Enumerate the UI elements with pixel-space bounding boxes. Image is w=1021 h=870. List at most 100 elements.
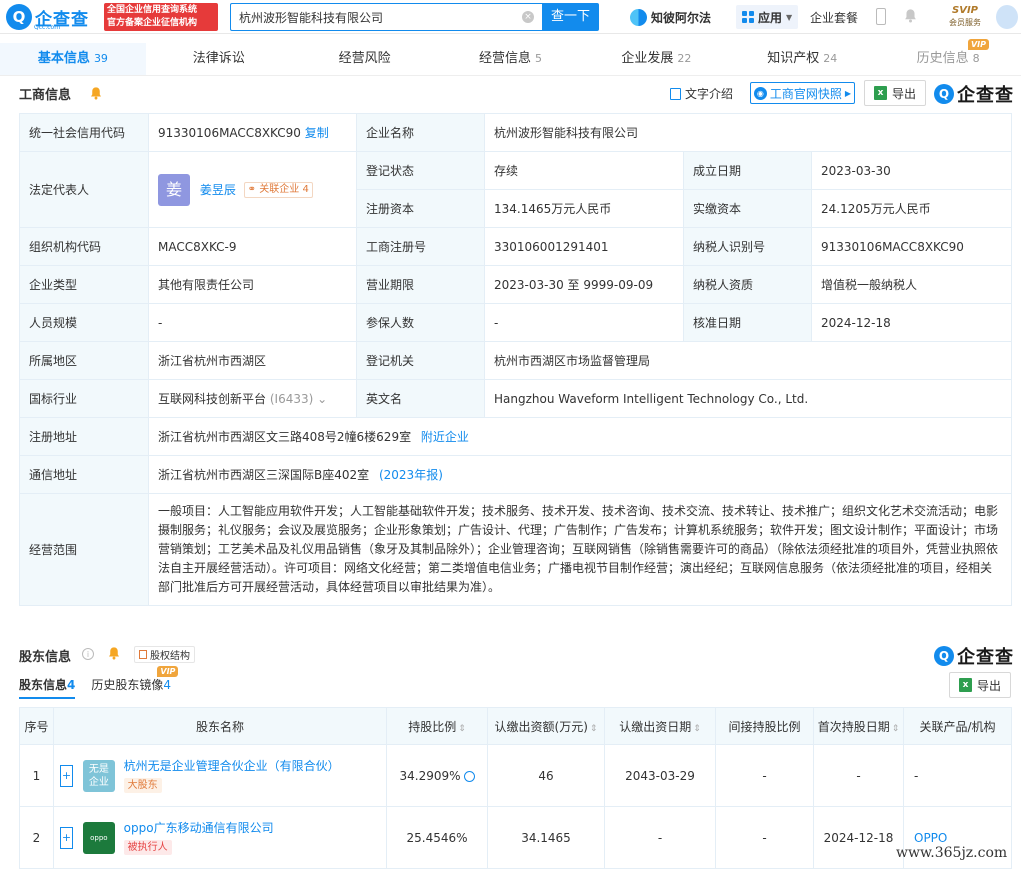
shareholder-sub-tabs: 股东信息4 历史股东镜像4 VIP — [19, 666, 179, 699]
approve-date-value: 2024-12-18 — [810, 303, 1013, 342]
industry-cell[interactable]: 互联网科技创新平台 (I6433) ⌄ — [148, 379, 357, 418]
tab-operation[interactable]: 经营信息 5 — [438, 43, 584, 75]
equity-icon — [139, 650, 147, 659]
col-first-date[interactable]: 首次持股日期 ⇕ — [813, 707, 904, 745]
tab-count: 8 — [972, 52, 980, 65]
label-insured: 参保人数 — [356, 303, 485, 342]
tab-history-shareholders[interactable]: 历史股东镜像4 VIP — [91, 666, 179, 699]
notification-bell-icon[interactable] — [903, 8, 918, 23]
tab-ip[interactable]: 知识产权 24 — [729, 43, 875, 75]
capital-value: 34.1465 — [487, 806, 605, 869]
product-link[interactable]: OPPO — [914, 831, 947, 845]
excel-icon: x — [958, 678, 972, 692]
tab-development[interactable]: 企业发展 22 — [583, 43, 729, 75]
copy-button[interactable]: 复制 — [305, 126, 329, 140]
label-paid-capital: 实缴资本 — [683, 189, 812, 228]
text-intro-button[interactable]: 文字介绍 — [670, 85, 733, 102]
svip-button[interactable]: SVIP 会员服务 — [942, 5, 988, 29]
tab-risk[interactable]: 经营风险 — [292, 43, 438, 75]
label-reg-no: 工商注册号 — [356, 227, 485, 266]
brand-text: 企查查 — [957, 85, 1014, 106]
reg-status-value: 存续 — [484, 151, 684, 190]
label-reg-status: 登记状态 — [356, 151, 485, 190]
info-icon[interactable]: i — [82, 648, 94, 660]
label-authority: 登记机关 — [356, 341, 485, 380]
slogan-line2: 官方备案企业征信机构 — [107, 18, 198, 28]
tab-label: 经营信息 — [479, 51, 532, 66]
shareholder-name-link[interactable]: 杭州无是企业管理合伙企业（有限合伙） — [124, 758, 340, 774]
tab-basic-info[interactable]: 基本信息 39 — [0, 43, 146, 75]
shareholder-export-button[interactable]: x 导出 — [949, 672, 1011, 698]
name-wrap: 杭州无是企业管理合伙企业（有限合伙） 大股东 — [123, 758, 340, 793]
label-term: 营业期限 — [356, 265, 485, 304]
col-ratio[interactable]: 持股比例 ⇕ — [386, 707, 488, 745]
snapshot-icon: ◉ — [753, 86, 767, 100]
label-region: 所属地区 — [19, 341, 149, 380]
qcc-brand-icon: Q — [934, 84, 954, 104]
shareholder-bell-icon[interactable] — [107, 646, 121, 660]
official-snapshot-button[interactable]: ◉ 工商官网快照 ▶ — [750, 82, 855, 104]
industry-code: (I6433) — [269, 392, 314, 406]
vip-badge: VIP — [157, 666, 179, 677]
tab-count: 24 — [823, 52, 838, 65]
nav-zbr[interactable]: 知彼阿尔法 — [630, 5, 711, 29]
business-info-table: 统一社会信用代码 91330106MACC8XKC90 复制 企业名称 杭州波形… — [19, 113, 1013, 606]
equity-structure-button[interactable]: 股权结构 — [134, 646, 195, 663]
label-found-date: 成立日期 — [683, 151, 812, 190]
search-input[interactable] — [239, 10, 519, 24]
zbr-logo-icon — [630, 8, 647, 26]
col-label: 认缴出资日期 — [619, 719, 692, 734]
indirect-value: - — [715, 806, 814, 869]
label-reg-capital: 注册资本 — [356, 189, 485, 228]
tab-current-shareholders[interactable]: 股东信息4 — [19, 676, 76, 699]
expand-icon[interactable]: + — [60, 826, 73, 849]
grid-icon — [742, 11, 754, 23]
sort-icon: ⇕ — [891, 723, 900, 734]
annual-report-link[interactable]: (2023年报) — [379, 468, 443, 482]
watermark: www.365jz.com — [896, 845, 1008, 861]
tab-label: 历史信息 — [916, 51, 969, 66]
expand-icon[interactable]: + — [60, 764, 73, 787]
row-index: 2 — [19, 806, 54, 869]
legal-rep-avatar[interactable]: 姜 — [158, 173, 190, 206]
nav-zbr-label: 知彼阿尔法 — [651, 10, 712, 25]
nav-package[interactable]: 企业套餐 — [810, 9, 858, 26]
major-shareholder-badge: 大股东 — [123, 778, 162, 793]
brand-text: 企查查 — [957, 647, 1014, 668]
col-shareholder-name: 股东名称 — [53, 707, 387, 745]
user-avatar[interactable] — [996, 5, 1018, 29]
col-date[interactable]: 认缴出资日期 ⇕ — [604, 707, 716, 745]
caret-down-icon: ▼ — [786, 12, 793, 22]
related-companies-tag[interactable]: ⚭ 关联企业 4 — [243, 181, 313, 198]
col-related-product: 关联产品/机构 — [903, 707, 1012, 745]
phone-icon[interactable] — [876, 8, 886, 25]
tab-legal[interactable]: 法律诉讼 — [146, 43, 292, 75]
col-capital[interactable]: 认缴出资额(万元) ⇕ — [487, 707, 605, 745]
nav-app-menu[interactable]: 应用 ▼ — [736, 5, 799, 29]
qcc-brand-logo-2: Q 企查查 — [934, 643, 1014, 669]
clear-icon[interactable]: × — [522, 11, 534, 23]
label-en-name: 英文名 — [356, 379, 485, 418]
trend-icon[interactable] — [463, 770, 475, 782]
business-scope-value: 一般项目：人工智能应用软件开发；人工智能基础软件开发；技术服务、技术开发、技术咨… — [147, 493, 1013, 606]
vip-badge: VIP — [967, 39, 990, 50]
nearby-companies-link[interactable]: 附近企业 — [421, 430, 469, 444]
sub-tab-label: 历史股东镜像 — [91, 678, 164, 692]
qcc-brand-icon: Q — [934, 646, 954, 666]
table-row: 1 + 无是 企业 杭州无是企业管理合伙企业（有限合伙） 大股东 34.2909%… — [19, 744, 1012, 807]
reg-address-value: 浙江省杭州市西湖区文三路408号2幢6楼629室 — [158, 430, 412, 444]
search-button[interactable]: 查一下 — [542, 3, 599, 31]
sort-icon: ⇕ — [458, 723, 466, 734]
tab-label: 基本信息 — [37, 51, 90, 66]
shareholder-name-link[interactable]: oppo广东移动通信有限公司 — [124, 820, 274, 836]
related-count: 4 — [302, 183, 309, 195]
authority-value: 杭州市西湖区市场监督管理局 — [483, 341, 1013, 380]
label-reg-address: 注册地址 — [19, 417, 149, 456]
capital-value: 46 — [487, 744, 605, 807]
follow-bell-icon[interactable] — [89, 86, 103, 100]
chevron-right-icon: ▶ — [844, 88, 852, 98]
export-button[interactable]: x 导出 — [864, 80, 926, 106]
tab-history[interactable]: 历史信息 8 VIP — [875, 39, 1021, 75]
nav-app-label: 应用 — [758, 10, 783, 25]
legal-rep-link[interactable]: 姜昱辰 — [200, 183, 236, 197]
